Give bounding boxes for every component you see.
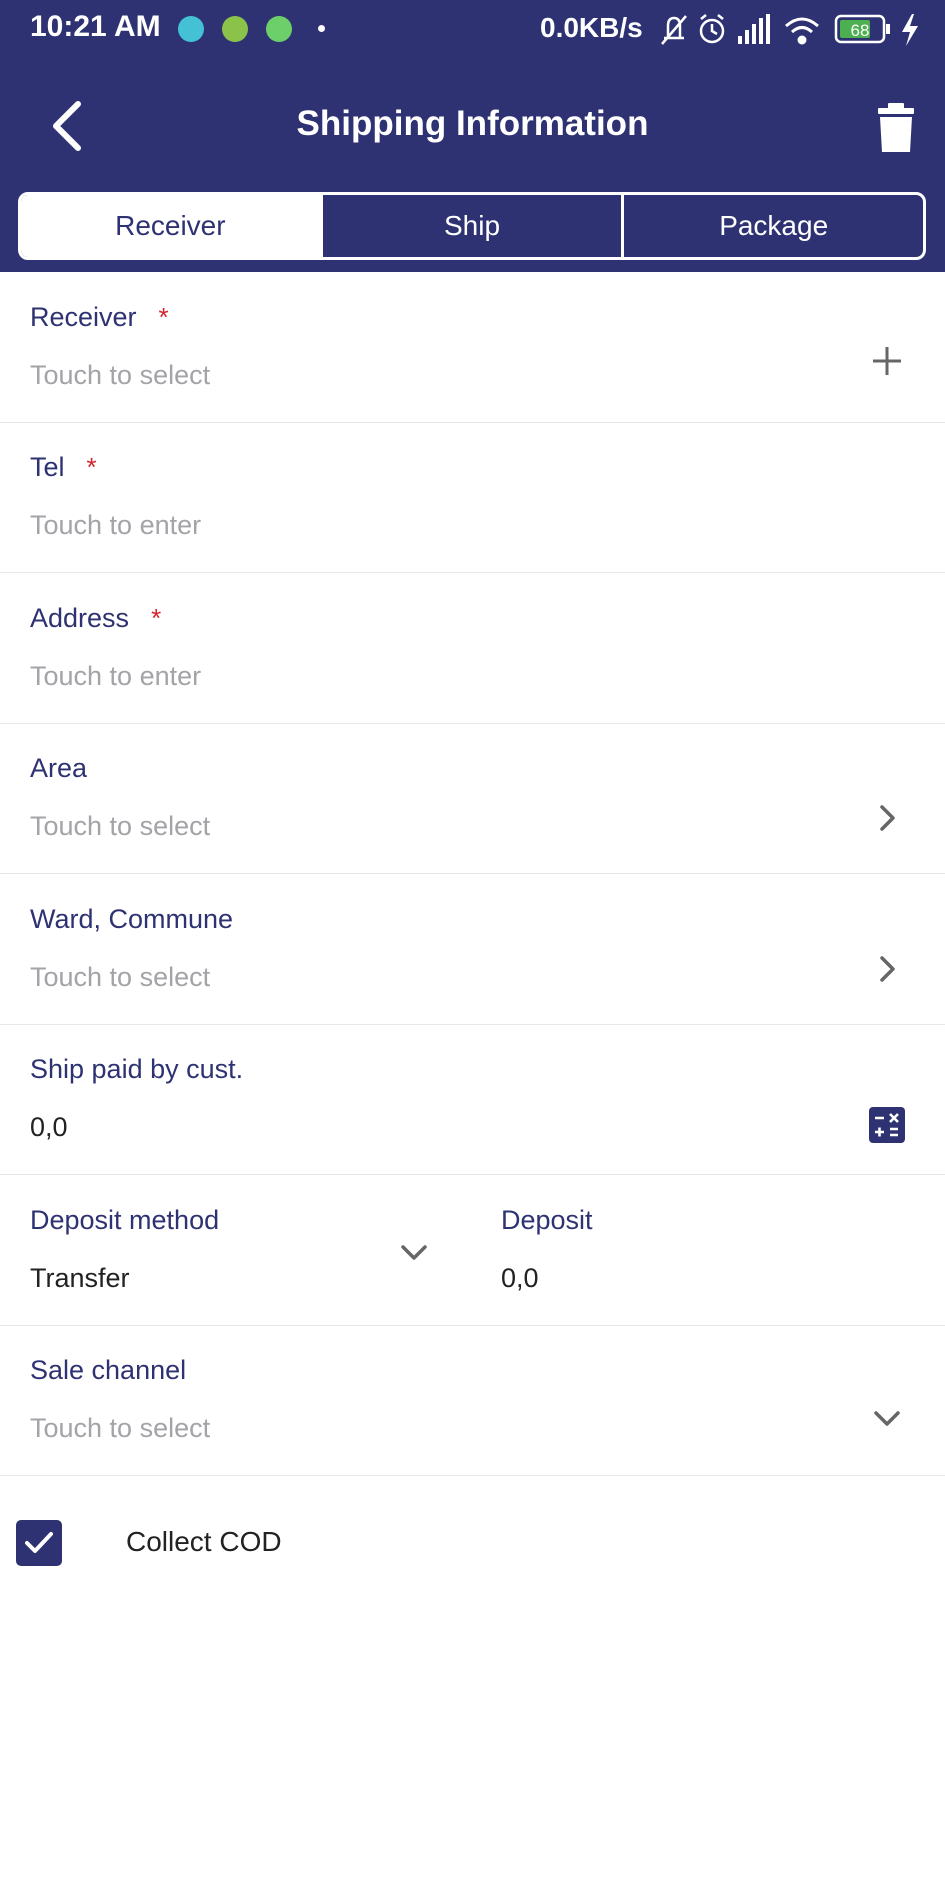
- deposit-method-field[interactable]: Deposit method Transfer: [0, 1175, 472, 1326]
- shield-app-icon: [222, 16, 248, 42]
- required-mark: *: [158, 302, 169, 332]
- deposit-method-dropdown[interactable]: [387, 1225, 441, 1279]
- network-speed: 0.0KB/s: [540, 12, 643, 43]
- calculator-button[interactable]: [860, 1098, 914, 1152]
- area-label: Area: [30, 753, 88, 783]
- deposit-field[interactable]: Deposit 0,0: [472, 1175, 945, 1326]
- checkmark-icon: [25, 1532, 53, 1553]
- sale-channel-placeholder: Touch to select: [30, 1413, 211, 1443]
- ward-field[interactable]: Ward, Commune Touch to select: [0, 874, 945, 1025]
- receiver-label: Receiver: [30, 302, 137, 332]
- required-mark: *: [86, 452, 97, 482]
- area-chevron[interactable]: [860, 791, 914, 845]
- area-placeholder: Touch to select: [30, 811, 211, 841]
- deposit-row: Deposit method Transfer Deposit 0,0: [0, 1175, 945, 1326]
- ship-paid-label: Ship paid by cust.: [30, 1054, 244, 1084]
- deposit-value: 0,0: [501, 1263, 539, 1293]
- chevron-right-icon: [880, 956, 895, 982]
- collect-cod-row: Collect COD: [0, 1496, 945, 1596]
- app-header: 10:21 AM 0.0KB/s 68 Shipping Information…: [0, 0, 945, 272]
- receiver-placeholder: Touch to select: [30, 360, 211, 390]
- tel-placeholder: Touch to enter: [30, 510, 202, 540]
- tab-receiver[interactable]: Receiver: [21, 195, 323, 257]
- add-receiver-button[interactable]: [860, 334, 914, 388]
- top-app-bar: Shipping Information: [0, 82, 945, 168]
- system-status-icons: 68: [661, 14, 918, 46]
- tab-ship[interactable]: Ship: [323, 195, 625, 257]
- chevron-right-icon: [880, 805, 895, 831]
- page-title: Shipping Information: [296, 104, 649, 143]
- trash-icon[interactable]: [868, 100, 924, 156]
- deposit-label: Deposit: [501, 1205, 593, 1235]
- alarm-icon: [699, 14, 725, 44]
- svg-text:68: 68: [851, 21, 870, 40]
- ship-paid-field[interactable]: Ship paid by cust. 0,0: [0, 1024, 945, 1175]
- plus-icon: [873, 347, 901, 375]
- tab-package[interactable]: Package: [624, 195, 923, 257]
- ship-paid-value: 0,0: [30, 1112, 68, 1142]
- status-time: 10:21 AM: [30, 10, 161, 43]
- address-field[interactable]: Address * Touch to enter: [0, 573, 945, 724]
- wifi-icon: [785, 17, 819, 45]
- chevron-down-icon: [401, 1245, 427, 1260]
- robot-app-icon: [266, 16, 292, 42]
- tel-label: Tel: [30, 452, 65, 482]
- collect-cod-label[interactable]: Collect COD: [126, 1526, 282, 1558]
- sale-channel-field[interactable]: Sale channel Touch to select: [0, 1325, 945, 1476]
- charging-icon: [902, 14, 918, 46]
- tel-field[interactable]: Tel * Touch to enter: [0, 422, 945, 573]
- battery-icon: 68: [834, 14, 890, 44]
- address-label: Address: [30, 603, 130, 633]
- chevron-down-icon: [874, 1411, 900, 1426]
- ward-label: Ward, Commune: [30, 904, 234, 934]
- ward-placeholder: Touch to select: [30, 962, 211, 992]
- sale-channel-dropdown[interactable]: [860, 1391, 914, 1445]
- mute-icon: [661, 15, 687, 45]
- address-placeholder: Touch to enter: [30, 661, 202, 691]
- deposit-method-label: Deposit method: [30, 1205, 220, 1235]
- section-tabs: Receiver Ship Package: [18, 192, 926, 260]
- calculator-icon: [869, 1107, 905, 1143]
- app-notification-icon: [178, 16, 204, 42]
- status-bar: 10:21 AM 0.0KB/s 68: [0, 0, 945, 60]
- notification-dot-icon: [318, 25, 325, 32]
- required-mark: *: [151, 603, 162, 633]
- signal-icon: [738, 14, 770, 44]
- area-field[interactable]: Area Touch to select: [0, 723, 945, 874]
- sale-channel-label: Sale channel: [30, 1355, 187, 1385]
- receiver-field[interactable]: Receiver * Touch to select: [0, 272, 945, 423]
- ward-chevron[interactable]: [860, 942, 914, 996]
- deposit-method-value: Transfer: [30, 1263, 130, 1293]
- collect-cod-checkbox[interactable]: [16, 1520, 62, 1566]
